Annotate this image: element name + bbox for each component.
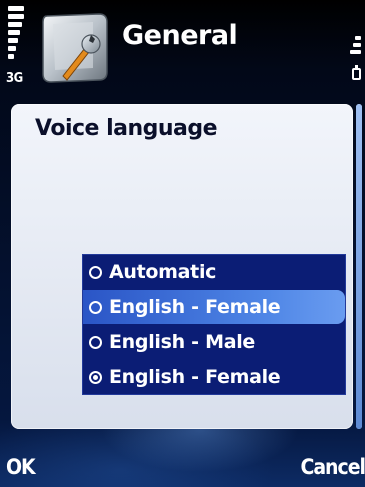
battery-icon <box>352 65 361 80</box>
battery-level-icon <box>350 36 361 57</box>
radio-unchecked-icon <box>89 335 102 349</box>
scrollbar[interactable] <box>356 104 362 429</box>
ok-softkey[interactable]: OK <box>6 455 36 479</box>
settings-wrench-icon <box>33 10 113 90</box>
option-english-male[interactable]: English - Male <box>83 325 345 359</box>
option-english-female-selected[interactable]: English - Female <box>83 360 345 394</box>
scrollbar-thumb[interactable] <box>356 104 362 429</box>
cancel-softkey[interactable]: Cancel <box>300 455 365 479</box>
voice-language-options-list: Automatic English - Female English - Mal… <box>82 254 346 395</box>
signal-strength-icon <box>8 6 24 62</box>
option-label: English - Female <box>109 296 281 318</box>
radio-unchecked-icon <box>89 300 102 314</box>
app-title: General <box>122 20 238 51</box>
option-automatic[interactable]: Automatic <box>83 255 345 289</box>
setting-label: Voice language <box>35 116 218 141</box>
radio-checked-icon <box>89 370 102 384</box>
option-english-female-highlighted[interactable]: English - Female <box>83 290 345 324</box>
network-type-label: 3G <box>6 71 23 86</box>
option-label: Automatic <box>109 261 217 283</box>
option-label: English - Male <box>109 331 256 353</box>
radio-unchecked-icon <box>89 265 102 279</box>
option-label: English - Female <box>109 366 281 388</box>
